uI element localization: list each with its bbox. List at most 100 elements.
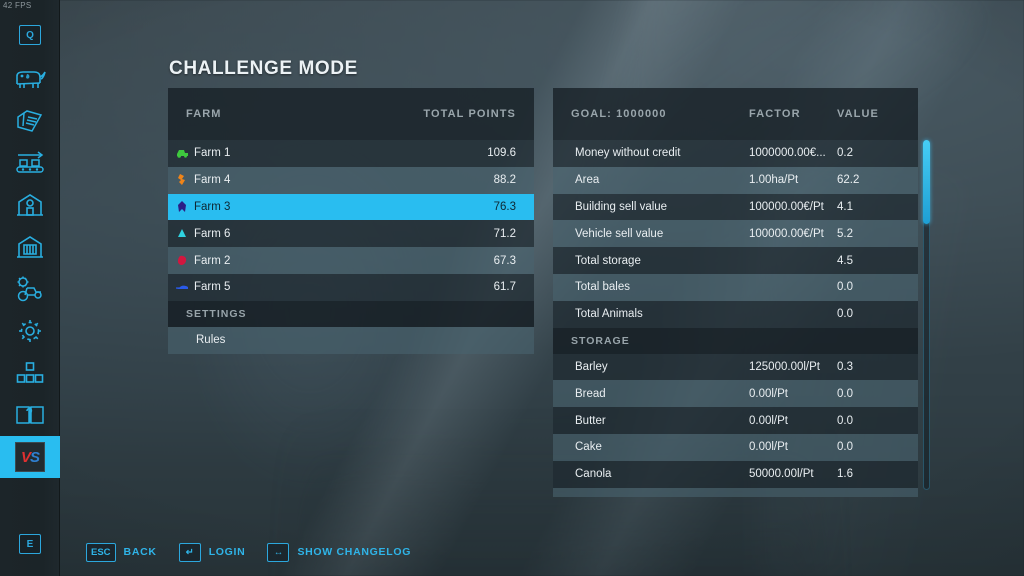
table-row[interactable]: Farm 5 61.7 bbox=[168, 273, 534, 301]
goal-item-factor: 1000000.00€... bbox=[749, 147, 826, 160]
farm-color-icon bbox=[168, 228, 194, 239]
table-row[interactable]: Farm 4 88.2 bbox=[168, 166, 534, 194]
table-row[interactable]: Total bales 0.0 bbox=[553, 273, 918, 301]
storage-item-name: Cake bbox=[575, 441, 602, 454]
farm-ranking-panel: FARM TOTAL POINTS Farm 1 109.6 Farm 4 88… bbox=[168, 88, 534, 354]
sidebar-item-settings[interactable] bbox=[0, 310, 60, 352]
settings-row-rules[interactable]: Rules bbox=[168, 326, 534, 354]
goal-item-value: 0.0 bbox=[837, 308, 853, 321]
goal-item-name: Total Animals bbox=[575, 308, 643, 321]
game-menu-screen: 42 FPS Q V S E CHALLENGE MODE FARM TOTAL… bbox=[0, 0, 1024, 576]
table-row[interactable]: Canola 50000.00l/Pt 1.6 bbox=[553, 460, 918, 488]
sidebar-item-help[interactable] bbox=[0, 394, 60, 436]
vs-icon: VS bbox=[15, 442, 45, 472]
farm-points: 88.2 bbox=[493, 174, 516, 187]
table-row-selected[interactable]: Farm 3 76.3 bbox=[168, 193, 534, 221]
table-row[interactable]: Bread 0.00l/Pt 0.0 bbox=[553, 380, 918, 408]
conveyor-icon bbox=[14, 150, 46, 176]
barn-icon bbox=[16, 192, 44, 218]
storage-section-header: STORAGE bbox=[553, 327, 918, 354]
goal-details-panel: GOAL: 1000000 FACTOR VALUE Money without… bbox=[553, 88, 918, 497]
table-row[interactable]: Area 1.00ha/Pt 62.2 bbox=[553, 166, 918, 194]
storage-item-factor: 0.00l/Pt bbox=[749, 387, 788, 400]
farm-points: 61.7 bbox=[493, 281, 516, 294]
farm-name: Farm 4 bbox=[194, 174, 231, 187]
goal-item-name: Building sell value bbox=[575, 200, 668, 213]
bottom-action-bar: ESC BACK ↵ LOGIN ↔ SHOW CHANGELOG bbox=[0, 528, 1024, 576]
sidebar-item-exit-key[interactable]: E bbox=[0, 521, 60, 567]
table-row[interactable]: Money without credit 1000000.00€... 0.2 bbox=[553, 140, 918, 167]
sidebar: Q V S E bbox=[0, 0, 60, 576]
sidebar-item-animal-pens[interactable] bbox=[0, 226, 60, 268]
storage-item-name: Canola bbox=[575, 468, 612, 481]
hint-back-label: BACK bbox=[123, 546, 157, 558]
cow-icon bbox=[13, 67, 47, 91]
storage-item-factor: 125000.00l/Pt bbox=[749, 360, 820, 373]
storage-item-name: Butter bbox=[575, 414, 606, 427]
table-row[interactable]: Vehicle sell value 100000.00€/Pt 5.2 bbox=[553, 220, 918, 248]
storage-item-value: 0.0 bbox=[837, 441, 853, 454]
table-row-partial bbox=[553, 487, 918, 497]
table-row[interactable]: Building sell value 100000.00€/Pt 4.1 bbox=[553, 193, 918, 221]
sidebar-item-challenge-mode[interactable]: VS bbox=[0, 436, 60, 478]
table-row[interactable]: Farm 6 71.2 bbox=[168, 220, 534, 248]
farm-points: 109.6 bbox=[487, 147, 516, 160]
goal-table-rows: Money without credit 1000000.00€... 0.2 … bbox=[553, 140, 918, 497]
enter-key-icon: ↵ bbox=[178, 542, 201, 562]
farm-column-header: FARM bbox=[186, 108, 222, 120]
farm-points: 76.3 bbox=[493, 200, 516, 213]
goal-item-name: Total storage bbox=[575, 254, 641, 267]
hint-back[interactable]: ESC BACK bbox=[86, 542, 157, 562]
storage-item-factor: 0.00l/Pt bbox=[749, 441, 788, 454]
sidebar-item-animals[interactable] bbox=[0, 58, 60, 100]
sidebar-item-productions[interactable] bbox=[0, 352, 60, 394]
table-row[interactable]: Cake 0.00l/Pt 0.0 bbox=[553, 433, 918, 461]
storage-item-value: 0.0 bbox=[837, 414, 853, 427]
goal-item-factor: 1.00ha/Pt bbox=[749, 174, 799, 187]
farm-name: Farm 3 bbox=[194, 200, 231, 213]
page-title: CHALLENGE MODE bbox=[169, 58, 358, 79]
goal-item-name: Vehicle sell value bbox=[575, 227, 664, 240]
farm-color-icon bbox=[168, 148, 194, 159]
goal-column-header: GOAL: 1000000 bbox=[571, 108, 667, 120]
blocks-icon bbox=[16, 361, 44, 385]
goal-item-value: 62.2 bbox=[837, 174, 860, 187]
goal-item-factor: 100000.00€/Pt bbox=[749, 200, 824, 213]
gear-icon bbox=[17, 318, 43, 344]
vs-icon-v: V bbox=[20, 448, 31, 466]
farm-color-icon bbox=[168, 283, 194, 291]
storage-item-name: Barley bbox=[575, 360, 608, 373]
sidebar-item-contracts[interactable] bbox=[0, 100, 60, 142]
hint-show-changelog[interactable]: ↔ SHOW CHANGELOG bbox=[267, 542, 411, 562]
table-row[interactable]: Farm 1 109.6 bbox=[168, 140, 534, 167]
settings-row-label: Rules bbox=[196, 334, 226, 347]
sidebar-item-production-chain[interactable] bbox=[0, 142, 60, 184]
table-row[interactable]: Farm 2 67.3 bbox=[168, 247, 534, 274]
hint-login-label: LOGIN bbox=[208, 546, 246, 558]
sidebar-item-vehicles[interactable] bbox=[0, 268, 60, 310]
hint-login[interactable]: ↵ LOGIN bbox=[178, 542, 246, 562]
table-row[interactable]: Barley 125000.00l/Pt 0.3 bbox=[553, 353, 918, 381]
sidebar-item-buildings[interactable] bbox=[0, 184, 60, 226]
help-book-icon bbox=[15, 402, 45, 428]
table-row[interactable]: Butter 0.00l/Pt 0.0 bbox=[553, 407, 918, 434]
animal-barn-icon bbox=[16, 234, 44, 260]
farm-color-icon bbox=[168, 174, 194, 186]
farm-table-header: FARM TOTAL POINTS bbox=[168, 88, 534, 140]
storage-item-factor: 0.00l/Pt bbox=[749, 414, 788, 427]
points-column-header: TOTAL POINTS bbox=[423, 108, 516, 120]
goal-item-value: 4.5 bbox=[837, 254, 853, 267]
farm-name: Farm 1 bbox=[194, 147, 231, 160]
storage-item-factor: 50000.00l/Pt bbox=[749, 468, 814, 481]
table-row[interactable]: Total storage 4.5 bbox=[553, 247, 918, 274]
scrollbar-thumb[interactable] bbox=[923, 140, 930, 224]
goal-item-name: Money without credit bbox=[575, 147, 681, 160]
sidebar-item-quickhelp-key[interactable]: Q bbox=[0, 12, 60, 58]
leftright-key-icon: ↔ bbox=[267, 542, 290, 562]
storage-item-value: 0.3 bbox=[837, 360, 853, 373]
documents-icon bbox=[15, 108, 45, 134]
table-row[interactable]: Total Animals 0.0 bbox=[553, 300, 918, 328]
esc-key-icon: ESC bbox=[86, 542, 116, 562]
goal-table-scrollbar[interactable] bbox=[923, 140, 930, 490]
farm-points: 71.2 bbox=[493, 227, 516, 240]
